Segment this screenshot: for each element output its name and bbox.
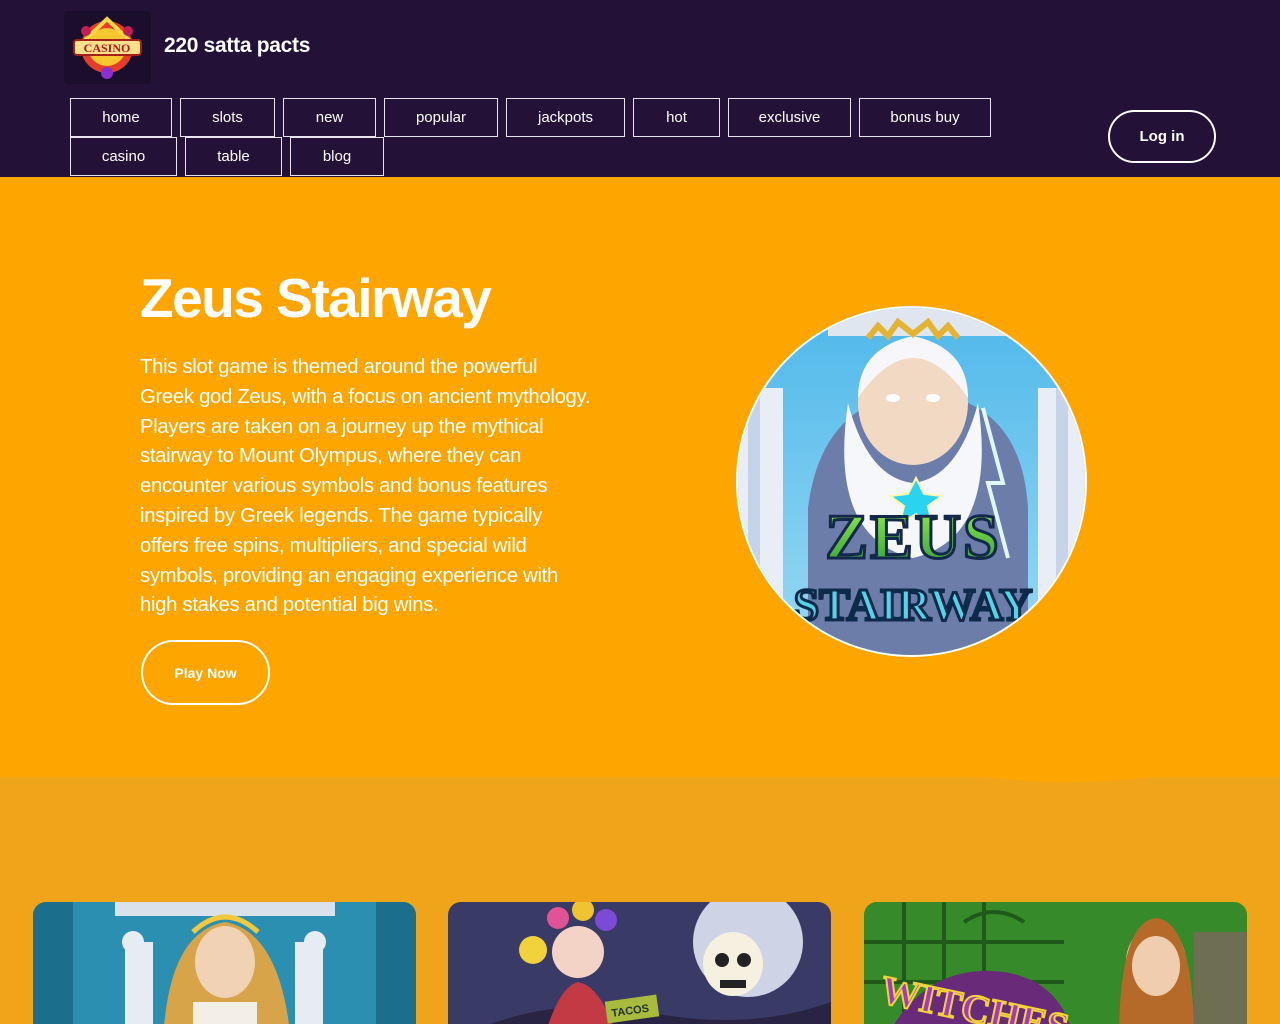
game-card-goddess[interactable] [33,902,416,1024]
nav-exclusive[interactable]: exclusive [728,98,851,137]
casino-logo[interactable]: CASINO [64,11,151,84]
nav-blog[interactable]: blog [290,137,384,176]
nav-jackpots[interactable]: jackpots [506,98,625,137]
logo-text: CASINO [84,41,131,55]
nav-table[interactable]: table [185,137,282,176]
nav-hot[interactable]: hot [633,98,720,137]
site-title[interactable]: 220 satta pacts [164,34,310,58]
nav-casino[interactable]: casino [70,137,177,176]
stairway-logo-text: STAIRWAY [794,579,1033,630]
nav-slots[interactable]: slots [180,98,275,137]
hero-title: Zeus Stairway [140,267,492,329]
hero-section: Zeus Stairway This slot game is themed a… [0,177,1280,777]
zeus-stairway-image[interactable]: ZEUS STAIRWAY [736,306,1087,657]
nav-home[interactable]: home [70,98,172,137]
play-now-button[interactable]: Play Now [141,640,270,705]
nav-bonus-buy[interactable]: bonus buy [859,98,991,137]
game-card-witches[interactable]: WITCHES [864,902,1247,1024]
login-button[interactable]: Log in [1108,110,1216,163]
wave-divider [0,725,1280,783]
game-card-day-of-dead[interactable]: TACOS [448,902,831,1024]
nav-popular[interactable]: popular [384,98,498,137]
hero-description: This slot game is themed around the powe… [140,356,591,617]
nav-new[interactable]: new [283,98,376,137]
site-header: CASINO 220 satta pacts home slots new po… [0,0,1280,177]
zeus-logo-text: ZEUS [825,501,1000,572]
